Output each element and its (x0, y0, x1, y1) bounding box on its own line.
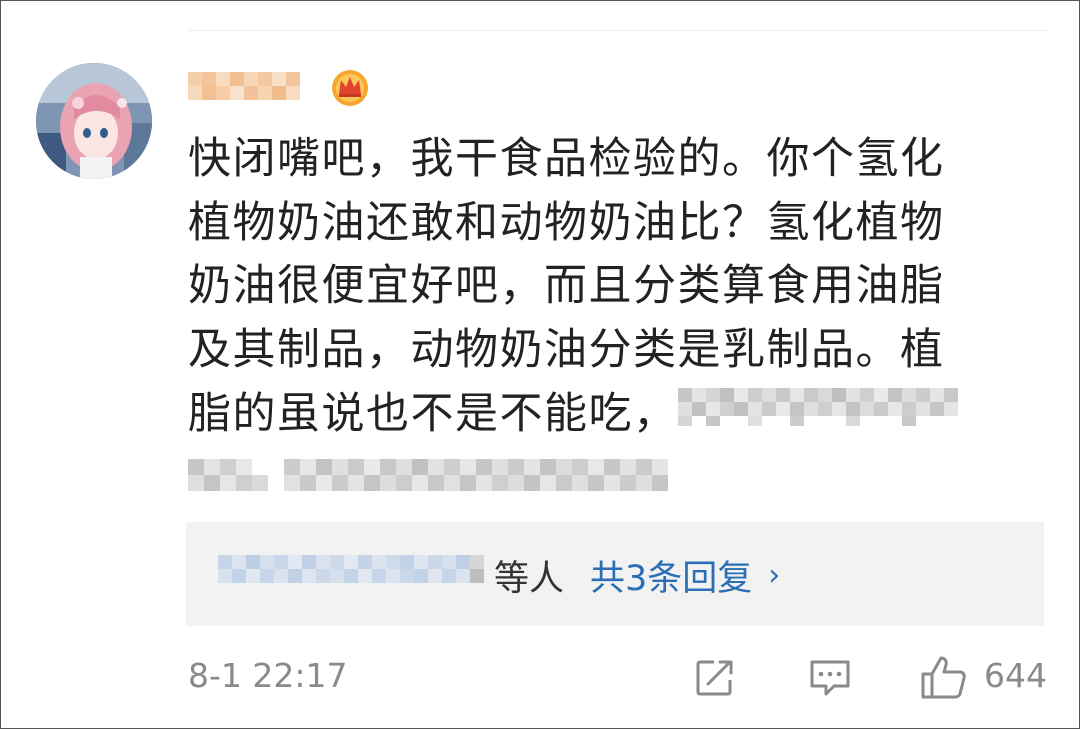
username-pixelated[interactable] (188, 66, 314, 106)
like-count: 644 (984, 656, 1047, 695)
pixelated-username-mosaic (188, 72, 300, 100)
comment-line: 奶油很便宜好吧，而且分类算食用油脂 (188, 261, 945, 311)
reply-summary: 等人 共3条回复 › (218, 550, 780, 600)
chevron-right-icon: › (768, 557, 781, 593)
pixelated-reply-names (218, 549, 490, 602)
share-icon[interactable] (694, 658, 738, 702)
comment-line: 快闭嘴吧，我干食品检验的。你个氢化 (188, 134, 945, 184)
crown-badge-icon (328, 64, 372, 108)
pixelated-text (677, 382, 958, 451)
avatar-image (36, 63, 152, 179)
comment-icon[interactable] (808, 658, 852, 702)
comment-line-with-pixelation: 脂的虽说也不是不能吃， (188, 382, 1018, 451)
reply-suffix: 等人 (494, 558, 565, 599)
author-row (188, 62, 372, 110)
comment-text: 快闭嘴吧，我干食品检验的。你个氢化 植物奶油还敢和动物奶油比？氢化植物 奶油很便… (188, 128, 1018, 519)
comment-line: 脂的虽说也不是不能吃， (188, 388, 678, 439)
view-replies-label: 共3条回复 (590, 558, 753, 599)
comment-line-pixelated (188, 451, 1018, 520)
comment-line: 植物奶油还敢和动物奶油比？氢化植物 (188, 197, 945, 248)
like-icon[interactable] (920, 654, 968, 704)
comment-line: 及其制品，动物奶油分类是乳制品。植 (188, 324, 945, 375)
view-replies-link[interactable]: 共3条回复 › (590, 550, 780, 601)
avatar[interactable] (36, 63, 152, 179)
pixelated-text (188, 451, 668, 520)
timestamp: 8-1 22:17 (188, 656, 348, 695)
divider (188, 30, 1048, 31)
reply-summary-box[interactable]: 等人 共3条回复 › (186, 522, 1044, 626)
